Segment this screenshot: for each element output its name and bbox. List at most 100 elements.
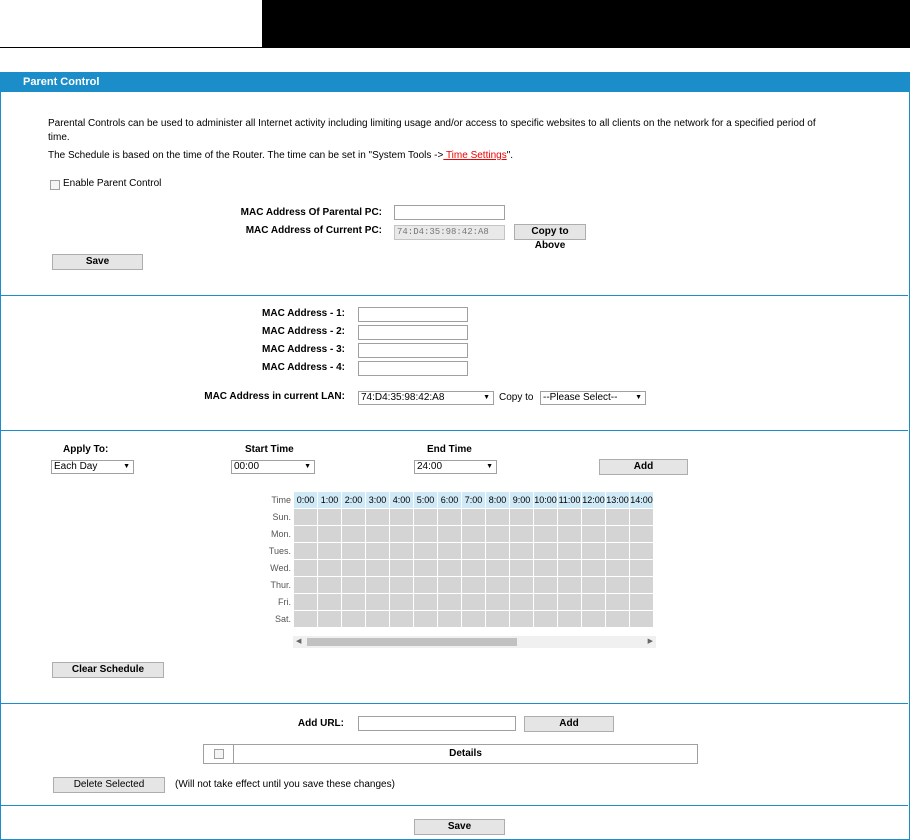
schedule-slot-cell[interactable] [461, 542, 486, 560]
schedule-slot-cell[interactable] [389, 610, 414, 628]
schedule-slot-cell[interactable] [317, 525, 342, 543]
schedule-slot-cell[interactable] [533, 508, 558, 526]
schedule-slot-cell[interactable] [389, 576, 414, 594]
schedule-slot-cell[interactable] [317, 508, 342, 526]
schedule-slot-cell[interactable] [581, 593, 606, 611]
schedule-slot-cell[interactable] [533, 576, 558, 594]
schedule-slot-cell[interactable] [581, 576, 606, 594]
schedule-slot-cell[interactable] [437, 559, 462, 577]
end-time-select[interactable]: 24:00 ▼ [414, 460, 497, 474]
schedule-slot-cell[interactable] [485, 542, 510, 560]
schedule-slot-cell[interactable] [557, 593, 582, 611]
schedule-slot-cell[interactable] [461, 576, 486, 594]
schedule-slot-cell[interactable] [605, 525, 630, 543]
schedule-slot-cell[interactable] [581, 559, 606, 577]
start-time-select[interactable]: 00:00 ▼ [231, 460, 315, 474]
url-input[interactable] [358, 716, 516, 731]
schedule-slot-cell[interactable] [437, 610, 462, 628]
schedule-slot-cell[interactable] [293, 610, 318, 628]
select-all-checkbox[interactable] [214, 749, 224, 759]
schedule-slot-cell[interactable] [629, 542, 654, 560]
schedule-slot-cell[interactable] [629, 525, 654, 543]
schedule-slot-cell[interactable] [317, 559, 342, 577]
schedule-slot-cell[interactable] [365, 576, 390, 594]
scroll-left-arrow-icon[interactable]: ◀ [296, 636, 301, 648]
schedule-slot-cell[interactable] [605, 508, 630, 526]
schedule-slot-cell[interactable] [389, 593, 414, 611]
schedule-slot-cell[interactable] [317, 610, 342, 628]
schedule-slot-cell[interactable] [293, 508, 318, 526]
schedule-slot-cell[interactable] [605, 593, 630, 611]
schedule-slot-cell[interactable] [461, 610, 486, 628]
schedule-slot-cell[interactable] [341, 593, 366, 611]
schedule-slot-cell[interactable] [605, 610, 630, 628]
schedule-slot-cell[interactable] [509, 593, 534, 611]
schedule-slot-cell[interactable] [341, 542, 366, 560]
schedule-slot-cell[interactable] [605, 559, 630, 577]
schedule-slot-cell[interactable] [317, 593, 342, 611]
save-parental-button[interactable]: Save [52, 254, 143, 270]
schedule-slot-cell[interactable] [437, 576, 462, 594]
apply-to-select[interactable]: Each Day ▼ [51, 460, 134, 474]
schedule-slot-cell[interactable] [341, 508, 366, 526]
schedule-slot-cell[interactable] [461, 525, 486, 543]
schedule-slot-cell[interactable] [581, 508, 606, 526]
schedule-horizontal-scrollbar[interactable]: ◀ ▶ [293, 636, 656, 648]
schedule-slot-cell[interactable] [413, 610, 438, 628]
schedule-slot-cell[interactable] [485, 525, 510, 543]
schedule-slot-cell[interactable] [389, 508, 414, 526]
schedule-slot-cell[interactable] [629, 576, 654, 594]
scrollbar-thumb[interactable] [307, 638, 517, 646]
schedule-slot-cell[interactable] [581, 610, 606, 628]
parental-pc-mac-input[interactable] [394, 205, 505, 220]
schedule-slot-cell[interactable] [365, 542, 390, 560]
schedule-slot-cell[interactable] [533, 610, 558, 628]
schedule-slot-cell[interactable] [461, 593, 486, 611]
lan-mac-select[interactable]: 74:D4:35:98:42:A8 ▼ [358, 391, 494, 405]
schedule-slot-cell[interactable] [341, 525, 366, 543]
schedule-slot-cell[interactable] [437, 542, 462, 560]
schedule-slot-cell[interactable] [629, 508, 654, 526]
schedule-slot-cell[interactable] [557, 508, 582, 526]
schedule-slot-cell[interactable] [389, 559, 414, 577]
schedule-slot-cell[interactable] [485, 508, 510, 526]
schedule-slot-cell[interactable] [413, 593, 438, 611]
schedule-slot-cell[interactable] [509, 610, 534, 628]
child-mac-input-4[interactable] [358, 361, 468, 376]
schedule-slot-cell[interactable] [629, 559, 654, 577]
schedule-slot-cell[interactable] [461, 559, 486, 577]
schedule-slot-cell[interactable] [581, 542, 606, 560]
schedule-slot-cell[interactable] [365, 593, 390, 611]
child-mac-input-2[interactable] [358, 325, 468, 340]
schedule-slot-cell[interactable] [389, 525, 414, 543]
enable-parent-control-checkbox[interactable] [50, 180, 60, 190]
schedule-slot-cell[interactable] [293, 593, 318, 611]
schedule-slot-cell[interactable] [341, 610, 366, 628]
schedule-slot-cell[interactable] [533, 559, 558, 577]
schedule-slot-cell[interactable] [509, 542, 534, 560]
schedule-slot-cell[interactable] [485, 593, 510, 611]
schedule-slot-cell[interactable] [485, 610, 510, 628]
schedule-slot-cell[interactable] [557, 559, 582, 577]
schedule-slot-cell[interactable] [317, 542, 342, 560]
schedule-slot-cell[interactable] [341, 559, 366, 577]
schedule-slot-cell[interactable] [413, 542, 438, 560]
schedule-slot-cell[interactable] [533, 525, 558, 543]
schedule-slot-cell[interactable] [509, 525, 534, 543]
schedule-slot-cell[interactable] [341, 576, 366, 594]
schedule-slot-cell[interactable] [605, 576, 630, 594]
schedule-slot-cell[interactable] [413, 508, 438, 526]
schedule-slot-cell[interactable] [293, 525, 318, 543]
schedule-slot-cell[interactable] [293, 542, 318, 560]
schedule-slot-cell[interactable] [293, 559, 318, 577]
schedule-slot-cell[interactable] [437, 525, 462, 543]
schedule-slot-cell[interactable] [533, 593, 558, 611]
schedule-slot-cell[interactable] [413, 576, 438, 594]
schedule-slot-cell[interactable] [557, 610, 582, 628]
save-all-button[interactable]: Save [414, 819, 505, 835]
time-settings-link[interactable]: Time Settings [443, 150, 507, 161]
child-mac-input-3[interactable] [358, 343, 468, 358]
add-schedule-button[interactable]: Add [599, 459, 688, 475]
schedule-slot-cell[interactable] [437, 508, 462, 526]
schedule-slot-cell[interactable] [557, 525, 582, 543]
